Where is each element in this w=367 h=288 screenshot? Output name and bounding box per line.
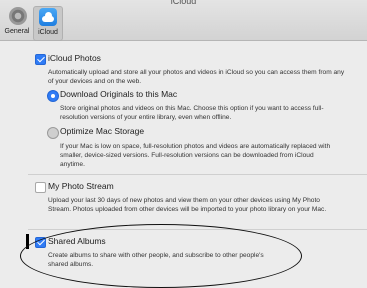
annotation-ellipse [20,224,302,288]
icloud-photos-description: Automatically upload and store all your … [48,69,345,85]
icloud-icon [39,8,57,26]
download-originals-label[interactable]: Download Originals to this Mac [60,89,177,99]
optimize-storage-radio[interactable] [47,127,59,139]
icloud-tab-label: iCloud [38,29,58,36]
general-tab-label: General [4,28,30,35]
icloud-tab[interactable]: iCloud [33,6,63,41]
optimize-storage-label[interactable]: Optimize Mac Storage [60,126,144,136]
divider [28,174,367,175]
preferences-toolbar: iCloud General iCloud [0,0,367,41]
download-originals-description: Store original photos and videos on this… [60,105,324,121]
photo-stream-checkbox[interactable] [35,182,46,193]
icloud-photos-label[interactable]: iCloud Photos [48,53,101,63]
general-tab[interactable]: General [3,6,31,39]
icloud-photos-checkbox[interactable] [35,54,46,65]
download-originals-radio[interactable] [47,90,59,102]
photo-stream-label[interactable]: My Photo Stream [48,181,114,191]
photo-stream-description: Upload your last 30 days of new photos a… [48,197,327,213]
optimize-storage-description: If your Mac is low on space, full-resolu… [60,143,331,168]
gear-icon [9,7,27,25]
